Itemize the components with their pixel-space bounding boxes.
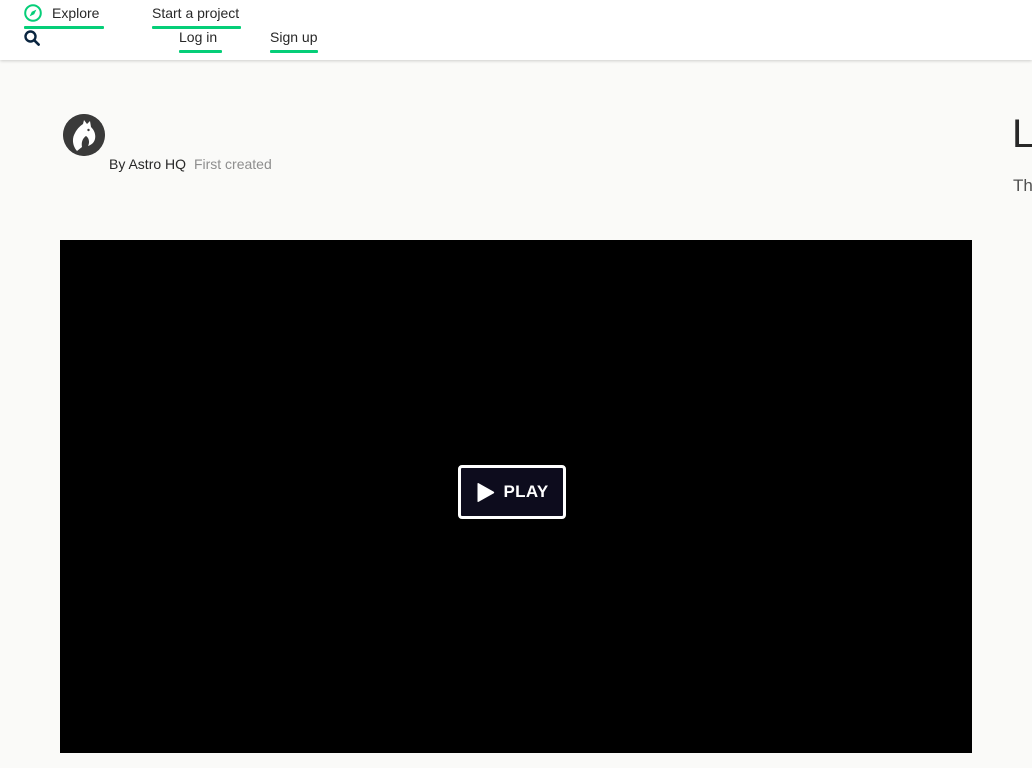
first-created-label: First created <box>193 156 272 172</box>
compass-icon <box>24 4 42 22</box>
signup-label: Sign up <box>270 29 318 45</box>
login-link[interactable]: Log in <box>179 27 222 53</box>
start-project-label: Start a project <box>152 5 240 21</box>
play-icon <box>477 482 494 502</box>
project-title: L <box>1012 112 1032 156</box>
creator-byline: By Astro HQ First created <box>109 155 272 173</box>
login-label: Log in <box>179 29 218 45</box>
creator-avatar[interactable] <box>63 114 105 156</box>
login-underline <box>179 50 222 53</box>
explore-link[interactable]: Explore <box>24 3 104 29</box>
play-button[interactable]: PLAY <box>458 465 566 519</box>
video-player[interactable]: PLAY <box>60 240 972 753</box>
signup-underline <box>270 50 318 53</box>
search-icon[interactable] <box>24 30 40 46</box>
explore-label: Explore <box>52 5 100 21</box>
site-header: Explore Start a project Log in Sign up <box>0 0 1032 60</box>
project-blurb: Th <box>1013 176 1032 195</box>
play-label: PLAY <box>503 482 549 501</box>
signup-link[interactable]: Sign up <box>270 27 318 53</box>
byline-by: By <box>109 156 126 172</box>
creator-logo-icon <box>63 114 105 156</box>
creator-name-link[interactable]: Astro HQ <box>128 156 186 172</box>
explore-underline <box>24 26 104 29</box>
start-project-link[interactable]: Start a project <box>152 3 241 29</box>
